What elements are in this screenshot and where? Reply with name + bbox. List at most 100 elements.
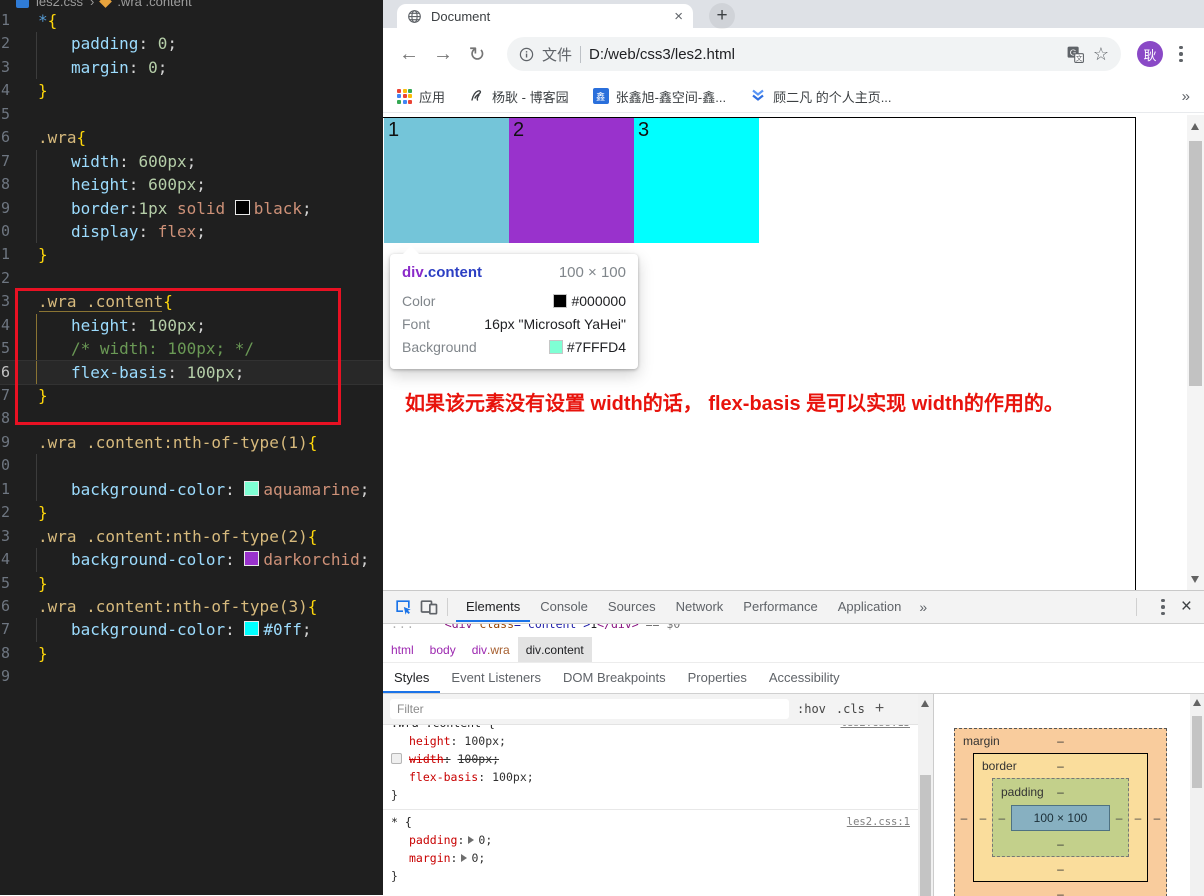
- editor-line[interactable]: 3margin: 0;: [0, 56, 383, 79]
- devtools-tab-application[interactable]: Application: [828, 592, 912, 622]
- bookmark-item[interactable]: 杨耿 - 博客园: [469, 87, 569, 106]
- border-bottom-value[interactable]: –: [974, 862, 1147, 876]
- padding-bottom-value[interactable]: –: [993, 837, 1128, 851]
- devtools-menu-icon[interactable]: [1155, 599, 1171, 616]
- reload-button[interactable]: ↻: [465, 42, 489, 67]
- editor-line[interactable]: 1*{: [0, 9, 383, 32]
- editor-line[interactable]: 8}: [0, 642, 383, 665]
- scrollbar-thumb[interactable]: [1189, 141, 1202, 386]
- browser-tab[interactable]: Document ×: [397, 4, 693, 28]
- tab-close-icon[interactable]: ×: [674, 9, 683, 24]
- editor-line[interactable]: 2padding: 0;: [0, 32, 383, 55]
- box-model-scrollbar-thumb[interactable]: [1192, 716, 1202, 788]
- editor-line[interactable]: 2: [0, 267, 383, 290]
- box-model-content[interactable]: 100 × 100: [1011, 805, 1111, 831]
- inspect-element-icon[interactable]: [393, 597, 413, 617]
- stylesheet-link[interactable]: les2.css:13: [840, 725, 910, 732]
- box-model-scroll-up-icon[interactable]: [1193, 699, 1201, 706]
- bookmark-star-icon[interactable]: ☆: [1093, 44, 1109, 65]
- bookmark-item[interactable]: 鑫张鑫旭-鑫空间-鑫...: [593, 87, 727, 106]
- more-tabs-icon[interactable]: »: [911, 599, 935, 615]
- sidebar-tab-accessibility[interactable]: Accessibility: [758, 663, 851, 693]
- code-editor[interactable]: les2.css › .wra .content 1*{2padding: 0;…: [0, 0, 383, 895]
- sidebar-tab-dom-breakpoints[interactable]: DOM Breakpoints: [552, 663, 677, 693]
- box-model-scrollbar[interactable]: [1190, 694, 1204, 896]
- padding-right-value[interactable]: –: [1110, 811, 1128, 825]
- info-icon[interactable]: [519, 47, 534, 62]
- devtools-tab-performance[interactable]: Performance: [733, 592, 827, 622]
- bookmark-item[interactable]: 顾二凡 的个人主页...: [750, 87, 891, 106]
- styles-scroll-up-icon[interactable]: [921, 700, 929, 707]
- editor-line[interactable]: 1}: [0, 243, 383, 266]
- devtools-tab-sources[interactable]: Sources: [598, 592, 666, 622]
- box-model-margin[interactable]: margin – – border – –: [954, 728, 1167, 896]
- box-model-padding[interactable]: padding – – 100 × 100 –: [992, 778, 1129, 857]
- breadcrumb-item[interactable]: html: [383, 637, 422, 662]
- sidebar-tab-event-listeners[interactable]: Event Listeners: [440, 663, 552, 693]
- editor-line[interactable]: 3.wra .content:nth-of-type(2){: [0, 525, 383, 548]
- breadcrumb-item[interactable]: body: [422, 637, 464, 662]
- margin-right-value[interactable]: –: [1148, 811, 1166, 825]
- styles-scrollbar-thumb[interactable]: [920, 775, 931, 896]
- editor-line[interactable]: 6.wra .content:nth-of-type(3){: [0, 595, 383, 618]
- margin-top-value[interactable]: –: [955, 734, 1166, 748]
- breadcrumb-symbol[interactable]: .wra .content: [117, 0, 191, 9]
- padding-top-value[interactable]: –: [993, 785, 1128, 799]
- devtools-tab-elements[interactable]: Elements: [456, 592, 530, 622]
- back-button[interactable]: ←: [397, 43, 421, 66]
- css-declaration[interactable]: padding:0;: [391, 831, 910, 849]
- editor-line[interactable]: 6.wra{: [0, 126, 383, 149]
- styles-toggle-hov[interactable]: :hov: [797, 702, 826, 716]
- editor-line[interactable]: 1background-color: aquamarine;: [0, 478, 383, 501]
- editor-line[interactable]: 8height: 600px;: [0, 173, 383, 196]
- devtools-tab-console[interactable]: Console: [530, 592, 598, 622]
- sidebar-tab-properties[interactable]: Properties: [677, 663, 758, 693]
- sidebar-tab-styles[interactable]: Styles: [383, 663, 440, 693]
- padding-left-value[interactable]: –: [993, 811, 1011, 825]
- translate-icon[interactable]: G 文: [1066, 45, 1085, 64]
- bookmarks-overflow-icon[interactable]: »: [1182, 88, 1190, 105]
- border-top-value[interactable]: –: [974, 759, 1147, 773]
- content-box-2[interactable]: 2: [509, 118, 634, 243]
- profile-avatar[interactable]: 耿: [1137, 41, 1163, 67]
- declaration-checkbox[interactable]: [391, 753, 402, 764]
- editor-line[interactable]: 9: [0, 665, 383, 688]
- editor-line[interactable]: 0: [0, 454, 383, 477]
- editor-line[interactable]: 4}: [0, 79, 383, 102]
- rule-selector[interactable]: .wra .content {: [391, 725, 495, 730]
- css-declaration[interactable]: height: 100px;: [391, 732, 910, 750]
- css-declaration[interactable]: flex-basis: 100px;: [391, 768, 910, 786]
- styles-toggle-cls[interactable]: .cls: [836, 702, 865, 716]
- breadcrumb-item[interactable]: div.content: [518, 637, 592, 662]
- editor-line[interactable]: 4background-color: darkorchid;: [0, 548, 383, 571]
- margin-left-value[interactable]: –: [955, 811, 973, 825]
- page-scrollbar[interactable]: [1187, 115, 1204, 591]
- css-declaration[interactable]: width: 100px;: [391, 750, 910, 768]
- editor-line[interactable]: 9border:1px solid black;: [0, 197, 383, 220]
- rule-selector[interactable]: * {: [391, 815, 412, 829]
- stylesheet-link[interactable]: les2.css:1: [847, 813, 910, 831]
- content-box-1[interactable]: 1: [384, 118, 509, 243]
- new-tab-button[interactable]: +: [709, 3, 735, 29]
- editor-line[interactable]: 7width: 600px;: [0, 150, 383, 173]
- content-box-3[interactable]: 3: [634, 118, 759, 243]
- browser-menu-icon[interactable]: [1173, 46, 1189, 63]
- styles-scrollbar[interactable]: [918, 694, 933, 896]
- editor-line[interactable]: 5: [0, 103, 383, 126]
- address-bar[interactable]: 文件 D:/web/css3/les2.html G 文 ☆: [507, 37, 1121, 71]
- styles-toggle-[interactable]: +: [875, 700, 884, 718]
- box-model-border[interactable]: border – – padding –: [973, 753, 1148, 882]
- breadcrumb-item[interactable]: div.wra: [464, 637, 518, 662]
- devtools-close-icon[interactable]: ×: [1181, 596, 1192, 618]
- dom-tree-clipped-row[interactable]: ...<div class="content">1</div> == $0: [383, 624, 1204, 637]
- device-toolbar-icon[interactable]: [419, 597, 439, 617]
- editor-line[interactable]: 9.wra .content:nth-of-type(1){: [0, 431, 383, 454]
- scroll-up-icon[interactable]: [1191, 123, 1199, 130]
- url-text[interactable]: D:/web/css3/les2.html: [589, 46, 735, 63]
- expand-arrow-icon[interactable]: [468, 836, 474, 844]
- editor-line[interactable]: 2}: [0, 501, 383, 524]
- css-declaration[interactable]: margin:0;: [391, 849, 910, 867]
- scroll-down-icon[interactable]: [1191, 576, 1199, 583]
- breadcrumb-file[interactable]: les2.css: [36, 0, 83, 9]
- bookmark-item[interactable]: 应用: [397, 87, 445, 106]
